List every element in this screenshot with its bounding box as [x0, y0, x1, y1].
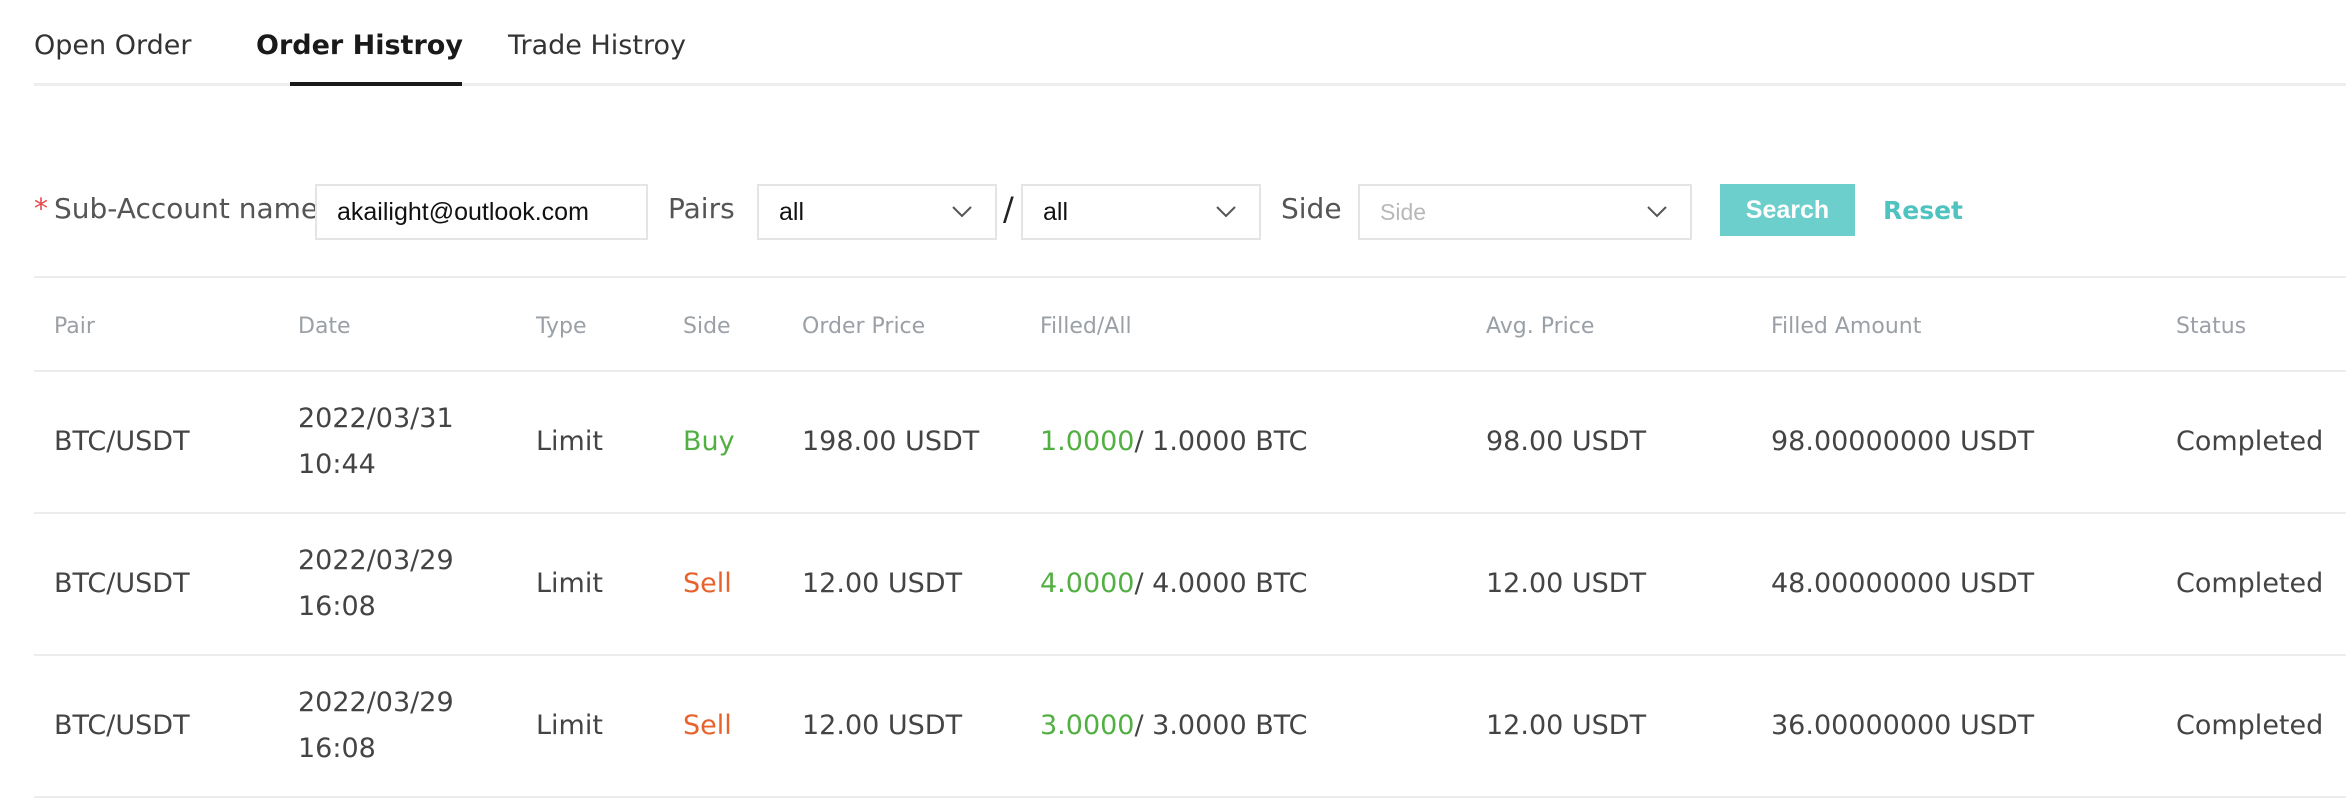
cell-date-time: 10:44 [298, 449, 376, 480]
cell-order-price: 12.00 USDT [802, 568, 963, 599]
cell-order-price: 198.00 USDT [802, 426, 980, 457]
sub-account-label: Sub-Account name [54, 192, 319, 225]
cell-filled-amount: 48.00000000 USDT [1771, 568, 2035, 599]
cell-filled-all: 3.0000/ 3.0000 BTC [1040, 703, 1308, 749]
header-status: Status [2176, 314, 2247, 339]
total-quantity: / 3.0000 BTC [1134, 710, 1308, 741]
cell-filled-amount: 98.00000000 USDT [1771, 426, 2035, 457]
cell-pair: BTC/USDT [54, 710, 190, 741]
reset-button[interactable]: Reset [1883, 196, 1963, 225]
header-filled-all: Filled/All [1040, 314, 1132, 339]
required-marker: * [34, 192, 48, 225]
chevron-down-icon [952, 206, 972, 218]
side-select[interactable]: Side [1358, 184, 1692, 240]
cell-avg-price: 98.00 USDT [1486, 426, 1647, 457]
cell-side: Sell [683, 568, 732, 599]
cell-status: Completed [2176, 426, 2324, 457]
cell-filled-all: 1.0000/ 1.0000 BTC [1040, 419, 1308, 465]
cell-status: Completed [2176, 710, 2324, 741]
pair-separator: / [1003, 190, 1014, 228]
pairs-label: Pairs [668, 192, 735, 225]
side-label: Side [1281, 192, 1342, 225]
header-side: Side [683, 314, 731, 339]
filled-quantity: 3.0000 [1040, 710, 1135, 741]
cell-type: Limit [536, 426, 603, 457]
tab-open-order[interactable]: Open Order [34, 30, 191, 61]
cell-date-time: 16:08 [298, 591, 376, 622]
filled-quantity: 4.0000 [1040, 568, 1135, 599]
cell-status: Completed [2176, 568, 2324, 599]
order-tabs: Open Order Order Histroy Trade Histroy [34, 0, 2346, 86]
chevron-down-icon [1216, 206, 1236, 218]
cell-side: Buy [683, 426, 735, 457]
pair-quote-select[interactable]: all [1021, 184, 1261, 240]
header-filled-amount: Filled Amount [1771, 314, 1922, 339]
cell-side: Sell [683, 710, 732, 741]
cell-filled-amount: 36.00000000 USDT [1771, 710, 2035, 741]
header-order-price: Order Price [802, 314, 926, 339]
cell-avg-price: 12.00 USDT [1486, 568, 1647, 599]
header-pair: Pair [54, 314, 95, 339]
cell-pair: BTC/USDT [54, 426, 190, 457]
table-row: BTC/USDT 2022/03/29 16:08 Limit Sell 12.… [34, 514, 2346, 656]
pair-base-value: all [779, 198, 805, 226]
table-header: Pair Date Type Side Order Price Filled/A… [34, 276, 2346, 372]
cell-date-day: 2022/03/31 [298, 403, 454, 434]
cell-date: 2022/03/29 16:08 [298, 538, 454, 630]
cell-date-time: 16:08 [298, 733, 376, 764]
tab-order-history[interactable]: Order Histroy [256, 30, 463, 61]
cell-pair: BTC/USDT [54, 568, 190, 599]
tab-trade-history[interactable]: Trade Histroy [508, 30, 686, 61]
total-quantity: / 1.0000 BTC [1134, 426, 1308, 457]
cell-date: 2022/03/29 16:08 [298, 680, 454, 772]
order-history-table: Pair Date Type Side Order Price Filled/A… [34, 276, 2346, 798]
chevron-down-icon [1647, 206, 1667, 218]
total-quantity: / 4.0000 BTC [1134, 568, 1308, 599]
sub-account-input[interactable]: akailight@outlook.com [315, 184, 648, 240]
header-type: Type [536, 314, 587, 339]
side-placeholder: Side [1380, 199, 1427, 225]
table-row: BTC/USDT 2022/03/31 10:44 Limit Buy 198.… [34, 372, 2346, 514]
pair-base-select[interactable]: all [757, 184, 997, 240]
cell-filled-all: 4.0000/ 4.0000 BTC [1040, 561, 1308, 607]
active-tab-indicator [290, 82, 462, 86]
cell-avg-price: 12.00 USDT [1486, 710, 1647, 741]
header-avg-price: Avg. Price [1486, 314, 1595, 339]
cell-date-day: 2022/03/29 [298, 545, 454, 576]
filled-quantity: 1.0000 [1040, 426, 1135, 457]
cell-order-price: 12.00 USDT [802, 710, 963, 741]
search-button[interactable]: Search [1720, 184, 1855, 236]
pair-quote-value: all [1043, 198, 1069, 226]
cell-type: Limit [536, 710, 603, 741]
cell-type: Limit [536, 568, 603, 599]
header-date: Date [298, 314, 351, 339]
cell-date-day: 2022/03/29 [298, 687, 454, 718]
filter-bar: * Sub-Account name akailight@outlook.com… [0, 184, 2346, 240]
table-row: BTC/USDT 2022/03/29 16:08 Limit Sell 12.… [34, 656, 2346, 798]
cell-date: 2022/03/31 10:44 [298, 396, 454, 488]
